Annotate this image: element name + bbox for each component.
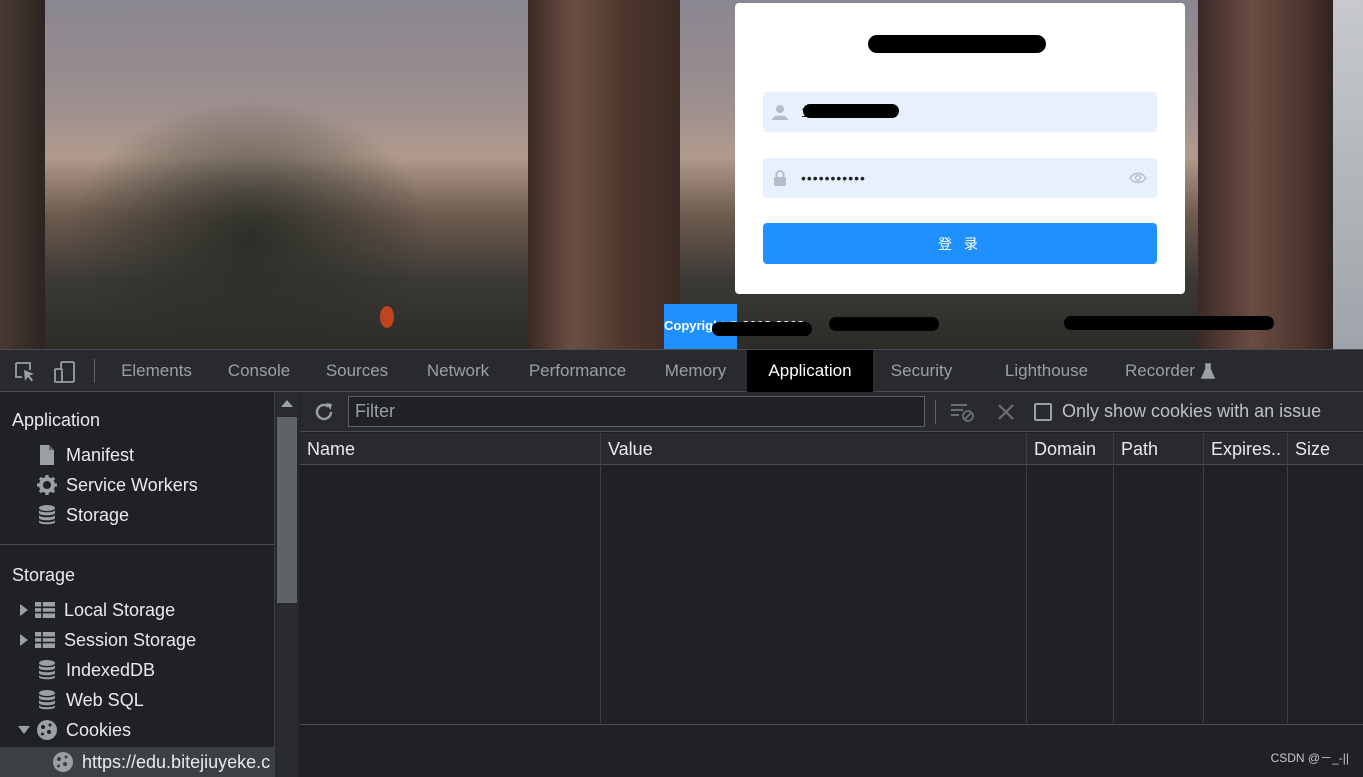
tab-recorder[interactable]: Recorder [1114,350,1226,392]
sidebar-item-label: Manifest [66,444,135,465]
sidebar-item-label: Service Workers [66,474,198,495]
eye-icon[interactable] [1129,170,1147,186]
redaction-mark [829,317,939,331]
login-title [735,33,1185,57]
tab-network[interactable]: Network [412,350,504,392]
devtools-panel: Elements Console Sources Network Perform… [0,349,1363,777]
devtools-tabbar: Elements Console Sources Network Perform… [0,349,1363,392]
cookie-icon [53,752,73,772]
cookie-icon [37,720,57,740]
column-header-value[interactable]: Value [601,433,1026,465]
sidebar-section-storage: Storage [12,565,76,585]
tab-memory[interactable]: Memory [651,350,740,392]
collapse-arrow-icon[interactable] [18,726,30,734]
clear-all-cookies-icon[interactable] [949,401,975,423]
experimental-flask-icon [1200,363,1215,379]
background-tree-trunk [0,0,45,349]
column-header-expires[interactable]: Expires.. [1204,433,1287,465]
table-grid-icon [35,602,55,618]
footer-copyright: Copyright © 2018-2019 [664,304,1363,349]
cookie-url-label: https://edu.bitejiuyeke.c [82,751,271,772]
tab-sources[interactable]: Sources [313,350,401,392]
username-field[interactable]: 15 [763,92,1157,132]
expand-arrow-icon[interactable] [20,604,28,616]
background-tree-trunk [528,0,680,349]
login-card: 15 ••••••••••• 登 录 [735,3,1185,294]
sidebar-divider [0,544,274,545]
sidebar-item-cookies[interactable]: Cookies [18,716,131,744]
login-button[interactable]: 登 录 [763,223,1157,264]
delete-selected-icon[interactable] [995,401,1017,423]
scroll-up-arrow-icon[interactable] [281,400,293,407]
redaction-mark [712,322,812,336]
sidebar-item-label: Local Storage [64,599,176,620]
tabbar-separator [94,359,95,383]
tab-performance[interactable]: Performance [515,350,640,392]
watermark-text: CSDN @－_-|| [1270,751,1349,765]
column-divider[interactable] [1287,433,1288,725]
background-sky [1333,0,1363,349]
sidebar-item-label: Storage [66,504,130,525]
sidebar-item-local-storage[interactable]: Local Storage [20,596,175,624]
column-header-path[interactable]: Path [1114,433,1203,465]
background-tree-trunk [1198,0,1333,349]
column-divider[interactable] [600,433,601,725]
password-field[interactable]: ••••••••••• [763,158,1157,198]
table-grid-icon [35,632,55,648]
database-icon [39,505,55,525]
password-value: ••••••••••• [801,170,866,186]
tab-elements[interactable]: Elements [108,350,205,392]
sidebar-item-label: Web SQL [66,689,144,710]
sidebar-item-label: IndexedDB [66,659,156,680]
tab-application[interactable]: Application [747,350,873,392]
sidebar-section-application: Application [12,410,101,430]
sidebar-item-web-sql[interactable]: Web SQL [36,686,144,714]
redaction-mark [868,35,1046,53]
sidebar-item-service-workers[interactable]: Service Workers [36,471,198,499]
sidebar-item-session-storage[interactable]: Session Storage [20,626,196,654]
column-divider[interactable] [1203,433,1204,725]
column-divider[interactable] [1026,433,1027,725]
database-icon [39,660,55,680]
tab-lighthouse[interactable]: Lighthouse [990,350,1103,392]
sidebar-item-label: Cookies [66,719,132,740]
refresh-icon[interactable] [313,401,335,423]
sidebar-item-label: Session Storage [64,629,197,650]
expand-arrow-icon[interactable] [20,634,28,646]
inspect-element-icon[interactable] [14,361,36,383]
toolbar-separator [935,400,936,424]
cookies-table: Name Value Domain Path Expires.. Size [300,433,1363,725]
sidebar-item-cookie-url[interactable]: https://edu.bitejiuyeke.c [0,747,274,777]
device-toolbar-icon[interactable] [54,361,76,383]
sidebar-scrollbar[interactable] [274,392,299,777]
lock-icon [774,170,786,186]
database-icon [39,690,55,710]
scrollbar-thumb[interactable] [277,417,297,603]
tab-console[interactable]: Console [215,350,303,392]
sidebar-item-manifest[interactable]: Manifest [36,441,134,469]
redaction-mark [1064,316,1274,330]
tab-recorder-label: Recorder [1125,361,1195,380]
column-divider[interactable] [1113,433,1114,725]
tab-security[interactable]: Security [880,350,963,392]
gear-icon [37,475,57,495]
column-header-size[interactable]: Size [1288,433,1363,465]
document-icon [40,445,54,465]
sidebar-item-storage[interactable]: Storage [36,501,129,529]
redaction-mark [803,104,899,118]
only-issues-label: Only show cookies with an issue [1062,401,1322,421]
application-sidebar: Application Manifest Service Workers Sto… [0,392,274,777]
cookies-toolbar: Only show cookies with an issue [300,392,1363,432]
background-light [380,306,394,328]
webpage-viewport: 15 ••••••••••• 登 录 Copyright © 2018-2019 [0,0,1363,349]
user-icon [772,105,788,120]
column-header-name[interactable]: Name [300,433,600,465]
cookies-panel: Only show cookies with an issue Name Val… [300,392,1363,777]
sidebar-item-indexeddb[interactable]: IndexedDB [36,656,155,684]
column-header-domain[interactable]: Domain [1027,433,1113,465]
filter-input[interactable] [348,396,925,427]
only-issues-checkbox[interactable] [1034,403,1052,421]
